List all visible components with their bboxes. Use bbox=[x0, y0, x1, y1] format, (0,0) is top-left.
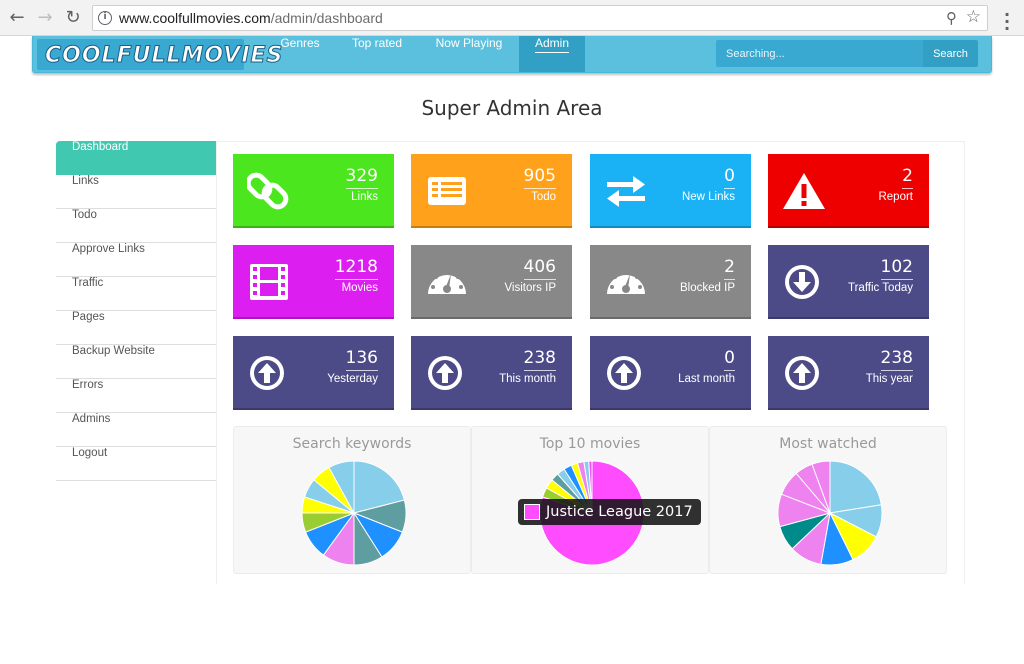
tile-value: 0 bbox=[724, 348, 735, 371]
search-input[interactable] bbox=[716, 40, 923, 67]
tile-value: 406 bbox=[523, 257, 556, 280]
logo-text: COOLFULLMOVIES bbox=[44, 43, 284, 69]
search-form: Search bbox=[716, 40, 978, 67]
tile-label: Blocked IP bbox=[680, 282, 735, 294]
arrow-down-circle-icon bbox=[785, 265, 819, 299]
tile-value: 238 bbox=[880, 348, 913, 371]
url-host: www.coolfullmovies.com bbox=[119, 10, 271, 26]
site-logo[interactable]: COOLFULLMOVIES bbox=[37, 39, 283, 70]
tile-label: Links bbox=[351, 191, 378, 203]
nav-label: Top rated bbox=[351, 36, 403, 50]
tile-value: 238 bbox=[523, 348, 556, 371]
sidebar-item-pages[interactable]: Pages bbox=[56, 311, 216, 345]
reload-icon[interactable]: ↻ bbox=[62, 7, 84, 29]
sidebar-item-links[interactable]: Links bbox=[56, 175, 216, 209]
back-arrow-icon[interactable]: ← bbox=[6, 7, 28, 29]
site-info-icon[interactable]: i bbox=[98, 11, 112, 25]
tile-value: 329 bbox=[345, 166, 378, 189]
sidebar-item-todo[interactable]: Todo bbox=[56, 209, 216, 243]
tile-label: Yesterday bbox=[327, 373, 378, 385]
tile-new-links[interactable]: 0 New Links bbox=[590, 154, 751, 228]
tile-value: 136 bbox=[345, 348, 378, 371]
url-path: /admin/dashboard bbox=[270, 10, 383, 26]
warning-icon bbox=[783, 173, 825, 209]
tile-this-year[interactable]: 238 This year bbox=[768, 336, 929, 410]
arrow-up-circle-icon bbox=[250, 356, 284, 390]
tile-value: 2 bbox=[724, 257, 735, 280]
tile-this-month[interactable]: 238 This month bbox=[411, 336, 572, 410]
tile-label: Report bbox=[878, 191, 913, 203]
sidebar-item-logout[interactable]: Logout bbox=[56, 447, 216, 481]
page-title: Super Admin Area bbox=[421, 96, 603, 120]
film-icon bbox=[250, 264, 288, 300]
nav-label: Admin bbox=[534, 36, 569, 53]
speedometer-icon bbox=[607, 270, 645, 294]
url-text[interactable]: www.coolfullmovies.com/admin/dashboard bbox=[119, 10, 383, 26]
tile-value: 0 bbox=[724, 166, 735, 189]
forward-arrow-icon[interactable]: → bbox=[34, 7, 56, 29]
tile-links[interactable]: 329 Links bbox=[233, 154, 394, 228]
tile-movies[interactable]: 1218 Movies bbox=[233, 245, 394, 319]
browser-toolbar: ← → ↻ i www.coolfullmovies.com/admin/das… bbox=[0, 0, 1024, 36]
arrow-up-circle-icon bbox=[428, 356, 462, 390]
tile-report[interactable]: 2 Report bbox=[768, 154, 929, 228]
tile-traffic-today[interactable]: 102 Traffic Today bbox=[768, 245, 929, 319]
arrow-up-circle-icon bbox=[607, 356, 641, 390]
nav-admin[interactable]: Admin bbox=[519, 36, 585, 72]
sidebar-item-backup-website[interactable]: Backup Website bbox=[56, 345, 216, 379]
tile-value: 1218 bbox=[334, 257, 378, 280]
search-button[interactable]: Search bbox=[923, 40, 978, 67]
sidebar-item-admins[interactable]: Admins bbox=[56, 413, 216, 447]
search-keywords-pie[interactable] bbox=[234, 427, 472, 575]
tooltip-swatch bbox=[524, 504, 540, 520]
browser-menu-icon[interactable]: ... bbox=[1000, 3, 1014, 33]
tile-blocked-ip[interactable]: 2 Blocked IP bbox=[590, 245, 751, 319]
tile-label: Todo bbox=[531, 191, 556, 203]
chart-tooltip: Justice League 2017 bbox=[518, 499, 701, 525]
tile-visitors-ip[interactable]: 406 Visitors IP bbox=[411, 245, 572, 319]
tile-last-month[interactable]: 0 Last month bbox=[590, 336, 751, 410]
sidebar-item-dashboard[interactable]: Dashboard bbox=[56, 141, 216, 175]
speedometer-icon bbox=[428, 270, 466, 294]
tile-label: This year bbox=[865, 373, 913, 385]
nav-label: Genres bbox=[280, 36, 320, 50]
sidebar-item-traffic[interactable]: Traffic bbox=[56, 277, 216, 311]
tile-label: This month bbox=[499, 373, 556, 385]
tile-value: 2 bbox=[902, 166, 913, 189]
list-card-icon bbox=[428, 177, 466, 205]
most-watched-pie[interactable] bbox=[710, 427, 948, 575]
sidebar-item-approve-links[interactable]: Approve Links bbox=[56, 243, 216, 277]
chart-panel-most-watched: Most watched bbox=[709, 426, 947, 574]
admin-sidebar: Dashboard Links Todo Approve Links Traff… bbox=[56, 141, 216, 481]
chain-link-icon bbox=[247, 172, 289, 210]
tile-value: 102 bbox=[880, 257, 913, 280]
bookmark-star-icon[interactable]: ☆ bbox=[966, 7, 981, 27]
tile-label: Visitors IP bbox=[504, 282, 556, 294]
zoom-icon[interactable]: ⚲ bbox=[946, 9, 957, 27]
nav-top-rated[interactable]: Top rated bbox=[341, 36, 413, 72]
address-bar[interactable]: i www.coolfullmovies.com/admin/dashboard… bbox=[92, 5, 988, 31]
chart-panel-search-keywords: Search keywords bbox=[233, 426, 471, 574]
site-navbar: COOLFULLMOVIES Genres Top rated Now Play… bbox=[32, 36, 992, 73]
tile-label: Last month bbox=[678, 373, 735, 385]
nav-label: Now Playing bbox=[435, 36, 503, 50]
tile-label: Traffic Today bbox=[848, 282, 913, 294]
tile-todo[interactable]: 905 Todo bbox=[411, 154, 572, 228]
pie-slice[interactable] bbox=[829, 460, 882, 514]
nav-genres[interactable]: Genres bbox=[269, 36, 331, 72]
tile-yesterday[interactable]: 136 Yesterday bbox=[233, 336, 394, 410]
tooltip-label: Justice League 2017 bbox=[546, 504, 693, 520]
tile-value: 905 bbox=[523, 166, 556, 189]
arrow-up-circle-icon bbox=[785, 356, 819, 390]
tile-label: Movies bbox=[341, 282, 378, 294]
sidebar-item-errors[interactable]: Errors bbox=[56, 379, 216, 413]
tile-label: New Links bbox=[681, 191, 735, 203]
nav-now-playing[interactable]: Now Playing bbox=[423, 36, 515, 72]
exchange-arrows-icon bbox=[607, 176, 645, 207]
